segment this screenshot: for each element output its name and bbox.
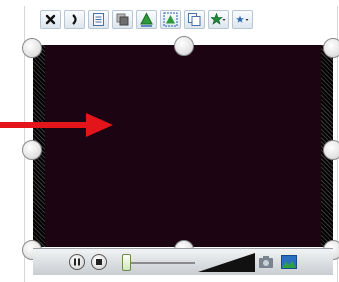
resize-handle-top-center[interactable] — [174, 36, 194, 56]
resize-handle-top-right[interactable] — [323, 38, 339, 58]
pause-icon — [74, 258, 80, 266]
shape-up-icon — [140, 12, 153, 27]
layers-button[interactable] — [112, 10, 133, 29]
rotate-icon — [72, 14, 77, 25]
camera-icon[interactable] — [258, 254, 274, 270]
rotate-button[interactable] — [64, 10, 85, 29]
star-dropdown-icon — [211, 12, 226, 25]
stop-button[interactable] — [91, 254, 107, 270]
copy-icon — [188, 13, 201, 26]
seek-track[interactable] — [125, 262, 195, 264]
media-controls — [33, 248, 333, 275]
toolbar — [40, 10, 253, 30]
shape-select-icon — [163, 12, 178, 27]
star-dropdown-button[interactable] — [208, 10, 229, 29]
layers-icon — [116, 13, 129, 26]
video-display[interactable] — [45, 45, 321, 247]
star-small-dropdown-icon — [236, 15, 249, 23]
delete-button[interactable] — [40, 10, 61, 29]
video-frame — [33, 45, 333, 247]
landscape-icon[interactable] — [281, 254, 297, 270]
annotation-arrow — [0, 113, 113, 137]
volume-slider[interactable] — [198, 253, 255, 272]
star-small-dropdown-button[interactable] — [232, 10, 253, 29]
pause-button[interactable] — [69, 254, 85, 270]
resize-handle-middle-right[interactable] — [323, 140, 339, 160]
shape-up-button[interactable] — [136, 10, 157, 29]
close-x-icon — [45, 14, 56, 25]
copy-button[interactable] — [184, 10, 205, 29]
shape-select-button[interactable] — [160, 10, 181, 29]
resize-handle-top-left[interactable] — [22, 38, 42, 58]
properties-button[interactable] — [88, 10, 109, 29]
stop-icon — [96, 259, 102, 265]
seek-slider-knob[interactable] — [122, 254, 131, 271]
resize-handle-middle-left[interactable] — [22, 140, 42, 160]
properties-icon — [93, 13, 104, 26]
